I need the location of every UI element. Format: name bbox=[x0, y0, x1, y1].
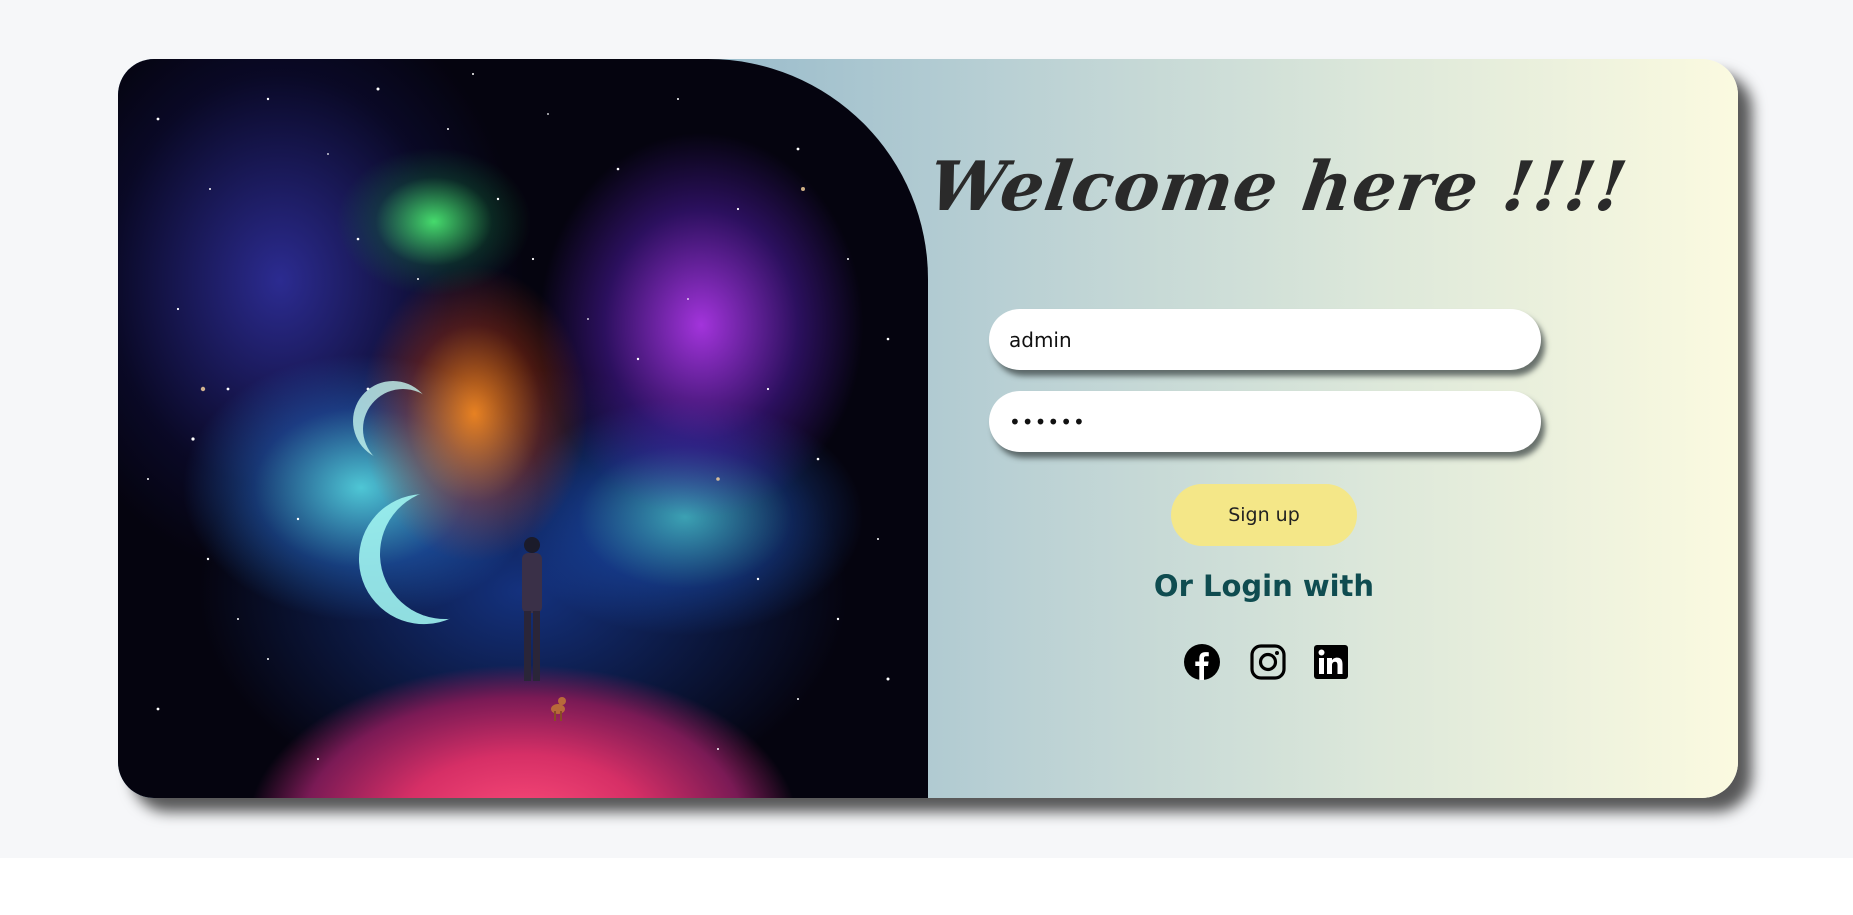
password-input[interactable] bbox=[989, 391, 1541, 452]
facebook-icon bbox=[1184, 644, 1220, 680]
welcome-title: Welcome here !!!! bbox=[923, 147, 1633, 227]
crescent-moon-small bbox=[363, 389, 443, 469]
signup-button[interactable]: Sign up bbox=[1171, 484, 1357, 546]
linkedin-icon bbox=[1314, 645, 1348, 679]
login-card: Welcome here !!!! Sign up Or Login with bbox=[118, 59, 1738, 798]
page-footer-area bbox=[0, 858, 1853, 915]
person-silhouette bbox=[522, 537, 566, 721]
or-login-label: Or Login with bbox=[1153, 569, 1375, 603]
linkedin-login-button[interactable] bbox=[1310, 641, 1352, 683]
instagram-login-button[interactable] bbox=[1247, 641, 1289, 683]
facebook-login-button[interactable] bbox=[1181, 641, 1223, 683]
instagram-icon bbox=[1250, 644, 1286, 680]
login-form-panel: Welcome here !!!! Sign up Or Login with bbox=[924, 59, 1738, 798]
space-illustration bbox=[118, 59, 928, 798]
username-input[interactable] bbox=[989, 309, 1541, 370]
